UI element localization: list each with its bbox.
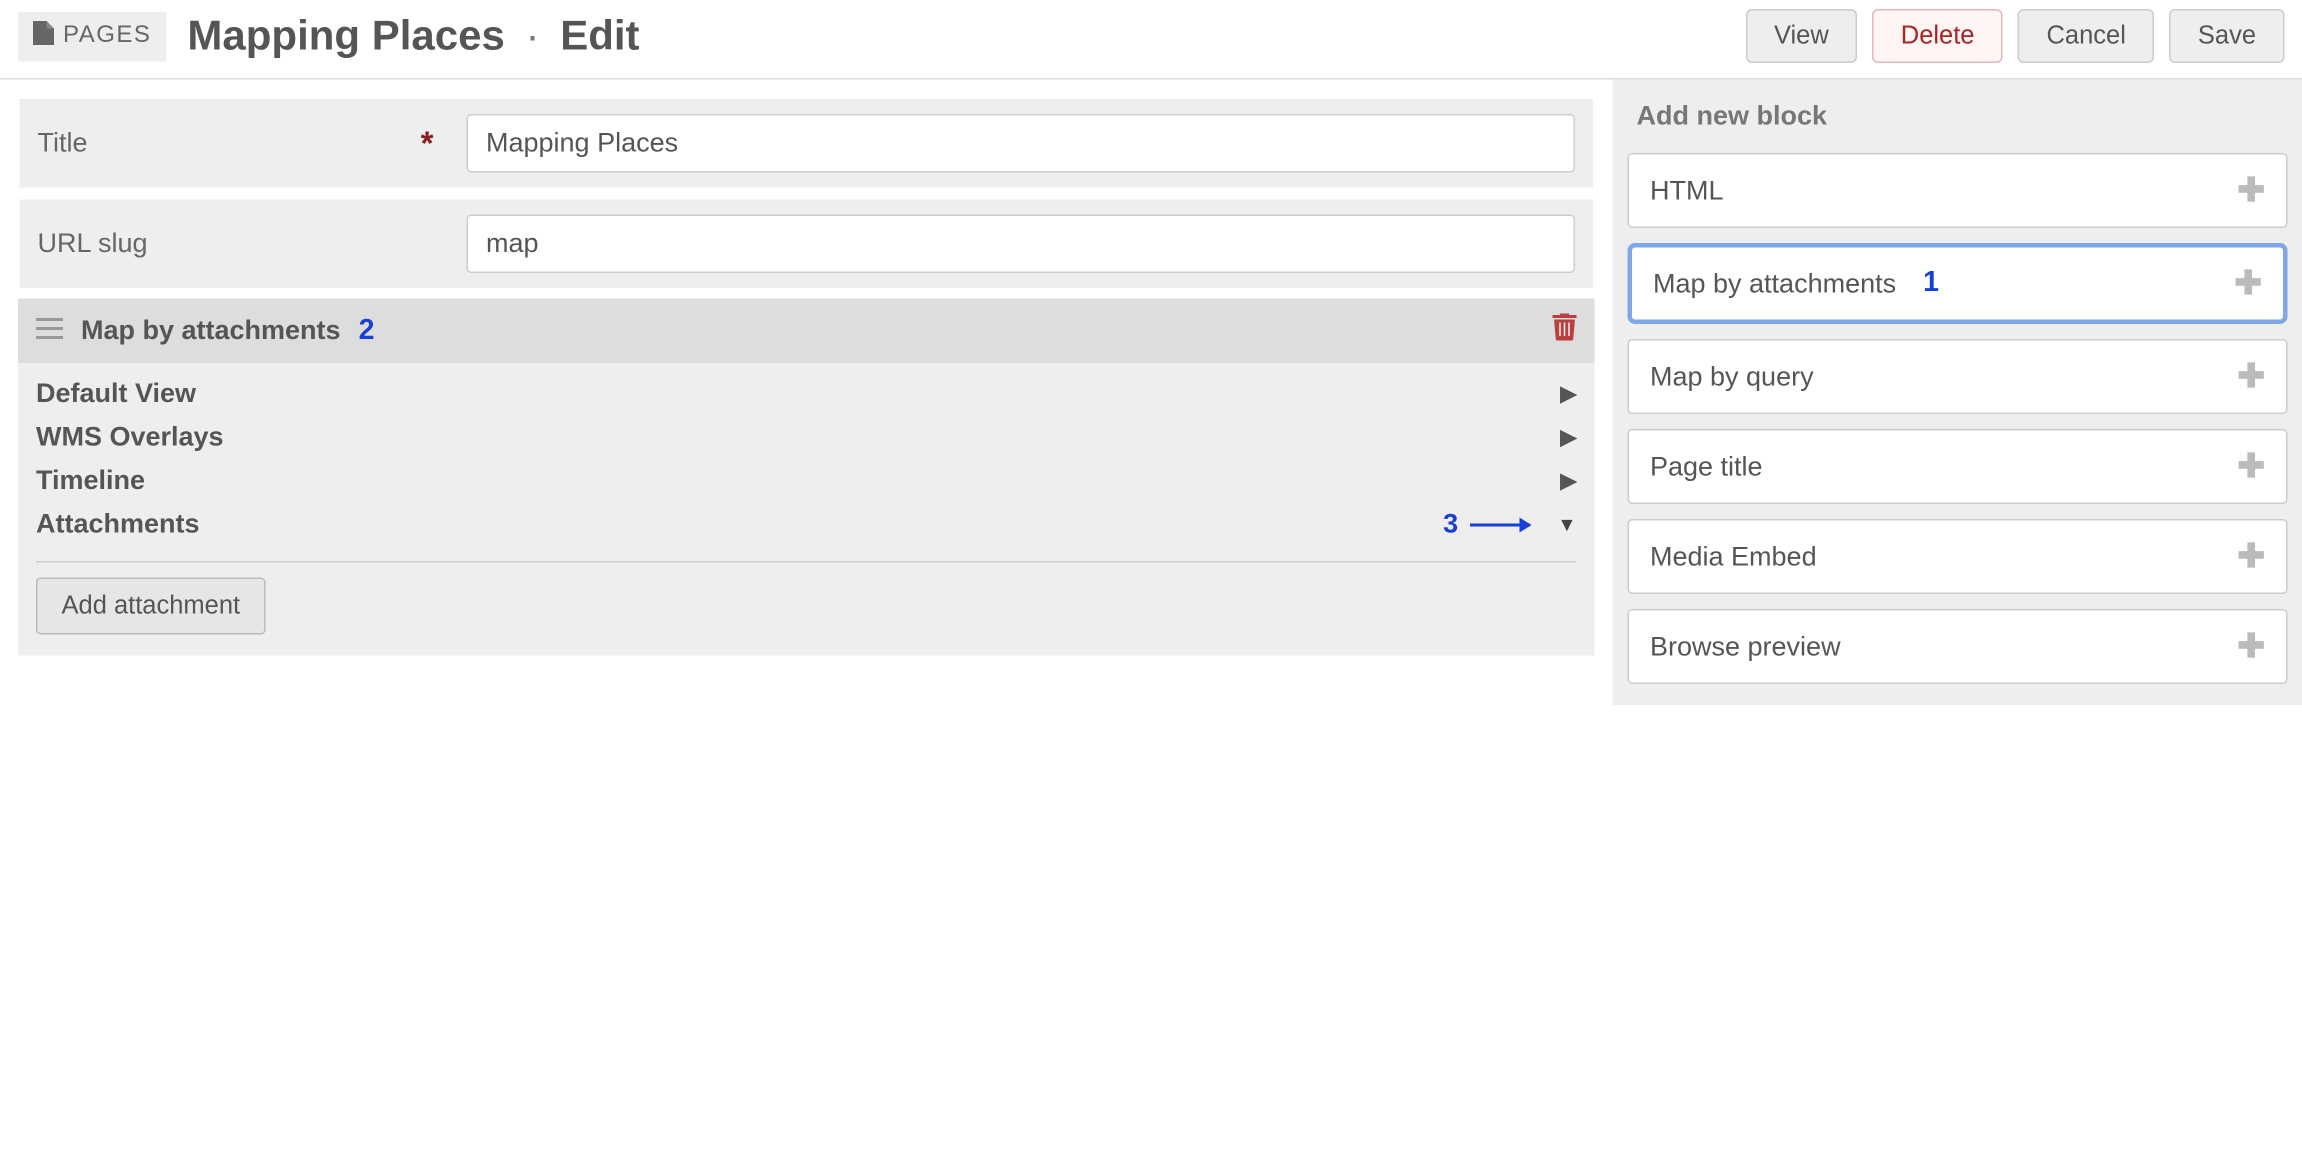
block-header: Map by attachments 2 [18, 299, 1595, 364]
row-timeline[interactable]: Timeline ▶ [36, 459, 1577, 503]
block-item-map-by-attachments[interactable]: Map by attachments 1 ✚ [1628, 243, 2288, 324]
sidebar-header: Add new block [1613, 80, 2302, 154]
page-title: Mapping Places · Edit [187, 12, 639, 60]
block-item-label: Map by attachments [1653, 268, 1896, 300]
save-button[interactable]: Save [2169, 9, 2284, 63]
plus-icon: ✚ [2237, 171, 2265, 210]
block-item-map-by-query[interactable]: Map by query ✚ [1628, 339, 2288, 414]
topbar: PAGES Mapping Places · Edit View Delete … [0, 0, 2302, 80]
block-map-by-attachments: Map by attachments 2 Default View ▶ WMS … [18, 299, 1595, 656]
row-label: WMS Overlays [36, 422, 224, 454]
block-item-label: Map by query [1650, 361, 1814, 393]
drag-handle-icon[interactable] [36, 315, 63, 347]
block-item-label: HTML [1650, 175, 1724, 207]
block-item-html[interactable]: HTML ✚ [1628, 153, 2288, 228]
title-input[interactable] [467, 114, 1576, 173]
breadcrumb-label: PAGES [63, 23, 151, 50]
plus-icon: ✚ [2237, 447, 2265, 486]
field-row-title: Title * [18, 98, 1595, 190]
plus-icon: ✚ [2234, 264, 2262, 303]
row-wms-overlays[interactable]: WMS Overlays ▶ [36, 416, 1577, 460]
field-label-text: Title [38, 128, 88, 160]
row-label: Timeline [36, 465, 145, 497]
plus-icon: ✚ [2237, 357, 2265, 396]
title-separator: · [526, 12, 540, 59]
file-icon [33, 20, 63, 52]
row-default-view[interactable]: Default View ▶ [36, 372, 1577, 416]
plus-icon: ✚ [2237, 537, 2265, 576]
field-label-text: URL slug [38, 228, 148, 260]
block-item-page-title[interactable]: Page title ✚ [1628, 429, 2288, 504]
field-label-slug: URL slug [38, 228, 443, 260]
block-item-media-embed[interactable]: Media Embed ✚ [1628, 519, 2288, 594]
block-item-label: Page title [1650, 451, 1763, 483]
caret-down-icon: ▼ [1557, 513, 1576, 536]
block-item-label: Media Embed [1650, 541, 1817, 573]
trash-icon[interactable] [1553, 314, 1577, 349]
field-row-slug: URL slug [18, 198, 1595, 290]
sidebar: Add new block HTML ✚ Map by attachments … [1613, 80, 2302, 706]
form-column: Title * URL slug Map by attachments 2 [0, 80, 1613, 674]
row-label: Attachments [36, 509, 200, 541]
block-title: Map by attachments [81, 315, 341, 347]
action-buttons: View Delete Cancel Save [1745, 9, 2284, 63]
block-item-browse-preview[interactable]: Browse preview ✚ [1628, 609, 2288, 684]
main: Title * URL slug Map by attachments 2 [0, 80, 2302, 706]
block-list: HTML ✚ Map by attachments 1 ✚ Map by que… [1613, 153, 2302, 705]
row-label: Default View [36, 378, 196, 410]
annotation-1: 1 [1923, 267, 1939, 300]
slug-input[interactable] [467, 215, 1576, 274]
delete-button[interactable]: Delete [1872, 9, 2003, 63]
plus-icon: ✚ [2237, 627, 2265, 666]
breadcrumb-pages[interactable]: PAGES [18, 11, 166, 61]
block-item-label: Browse preview [1650, 631, 1841, 663]
field-label-title: Title * [38, 124, 443, 163]
annotation-3-arrow: 3 ▼ [1443, 509, 1576, 541]
annotation-3: 3 [1443, 509, 1458, 541]
caret-right-icon: ▶ [1560, 468, 1576, 494]
block-subrows: Default View ▶ WMS Overlays ▶ Timeline ▶… [18, 363, 1595, 546]
caret-right-icon: ▶ [1560, 425, 1576, 451]
arrow-icon [1470, 523, 1530, 526]
page-title-text: Mapping Places [187, 12, 504, 59]
row-attachments[interactable]: Attachments 3 ▼ [36, 503, 1577, 547]
view-button[interactable]: View [1745, 9, 1857, 63]
divider [36, 561, 1577, 563]
cancel-button[interactable]: Cancel [2018, 9, 2154, 63]
caret-right-icon: ▶ [1560, 381, 1576, 407]
page-mode: Edit [560, 12, 639, 59]
required-star-icon: * [421, 124, 434, 163]
add-attachment-button[interactable]: Add attachment [36, 578, 266, 635]
annotation-2: 2 [359, 314, 375, 347]
